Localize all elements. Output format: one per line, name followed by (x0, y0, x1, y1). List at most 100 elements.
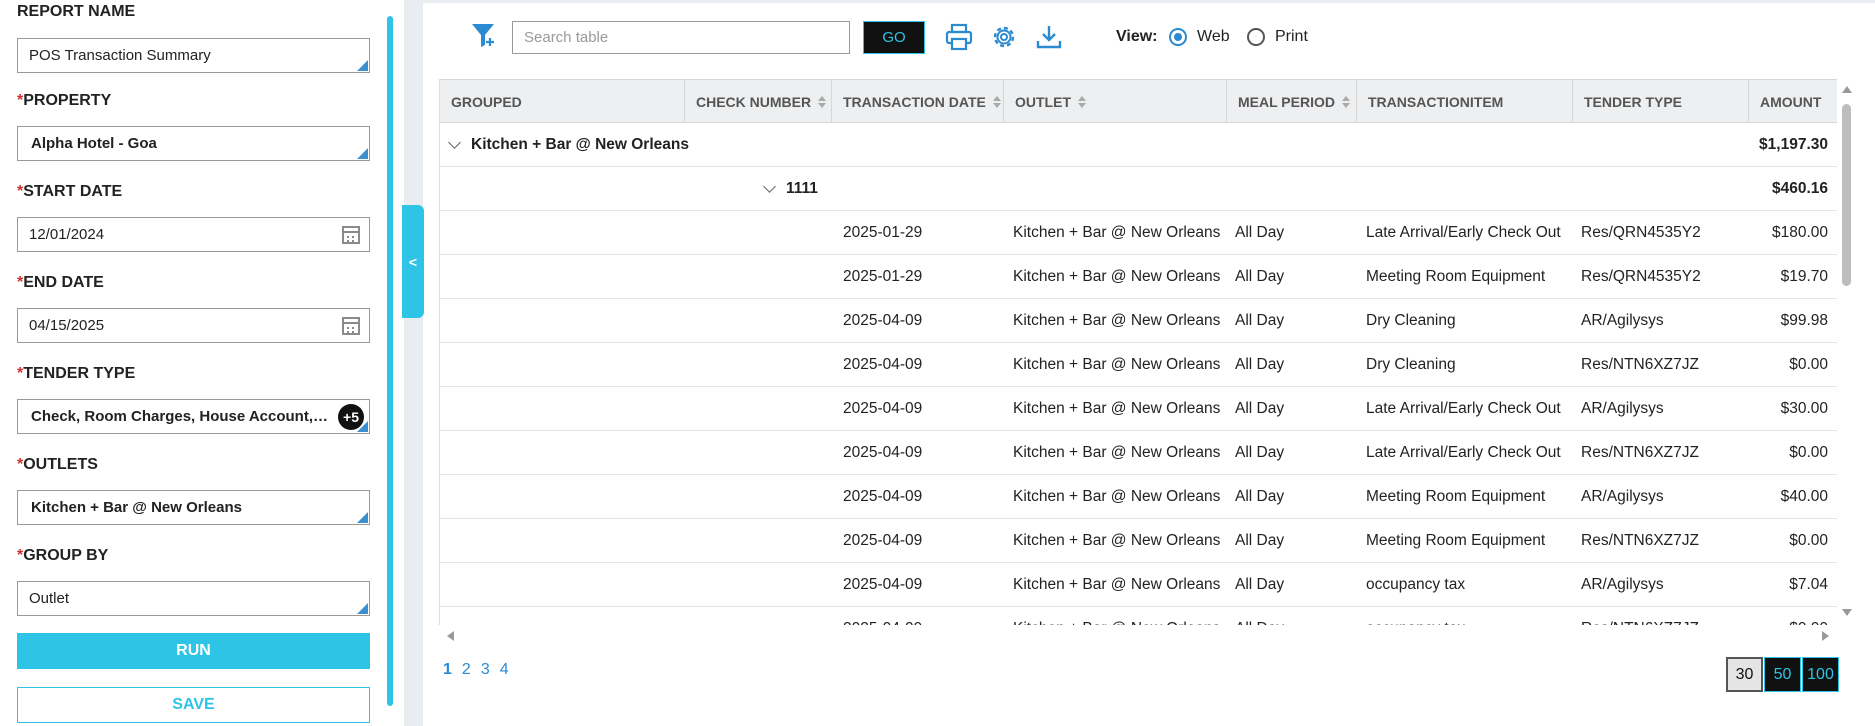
table-row[interactable]: 2025-04-09 Kitchen + Bar @ New Orleans All… (440, 563, 1837, 607)
page-size-100[interactable]: 100 (1802, 657, 1839, 692)
header-check-number[interactable]: CHECK NUMBER (685, 80, 832, 123)
resize-corner-icon (357, 603, 368, 614)
vertical-scrollbar[interactable] (1839, 84, 1855, 618)
subgroup-amount: $460.16 (1771, 179, 1828, 197)
page-link-4[interactable]: 4 (500, 661, 509, 679)
header-transaction-date[interactable]: TRANSACTION DATE (832, 80, 1004, 123)
download-icon[interactable] (1034, 22, 1064, 52)
cell-transaction-item: Dry Cleaning (1366, 311, 1456, 329)
table-row[interactable]: 2025-04-09 Kitchen + Bar @ New Orleans All… (440, 299, 1837, 343)
cell-outlet: Kitchen + Bar @ New Orleans (1013, 487, 1221, 505)
header-tender-type[interactable]: TENDER TYPE (1573, 80, 1749, 123)
subgroup-row[interactable]: 1111 $460.16 (440, 167, 1837, 211)
cell-meal-period: All Day (1235, 575, 1285, 593)
table-row[interactable]: 2025-04-09 Kitchen + Bar @ New Orleans All… (440, 607, 1837, 626)
resize-corner-icon (357, 512, 368, 523)
cell-transaction-item: Meeting Room Equipment (1366, 487, 1546, 505)
start-date-value: 12/01/2024 (29, 226, 105, 243)
cell-amount: $0.00 (1789, 443, 1828, 461)
cell-meal-period: All Day (1235, 311, 1285, 329)
panel-scrollbar[interactable] (387, 16, 393, 706)
print-icon[interactable] (944, 22, 974, 52)
calendar-icon[interactable] (342, 226, 360, 244)
end-date-field[interactable]: 04/15/2025 (17, 308, 370, 343)
cell-amount: $0.00 (1789, 531, 1828, 549)
cell-meal-period: All Day (1235, 223, 1285, 241)
cell-amount: $180.00 (1771, 223, 1828, 241)
scroll-down-icon[interactable] (1842, 609, 1852, 616)
header-outlet[interactable]: OUTLET (1004, 80, 1227, 123)
tender-type-value: Check, Room Charges, House Account, Gr..… (31, 408, 331, 425)
go-button[interactable]: GO (863, 21, 925, 54)
scroll-right-icon[interactable] (1822, 631, 1829, 641)
scrollbar-thumb[interactable] (1842, 104, 1851, 286)
report-app: REPORT NAME POS Transaction Summary *PRO… (0, 0, 1875, 726)
sort-icon[interactable] (992, 95, 1001, 109)
table-row[interactable]: 2025-04-09 Kitchen + Bar @ New Orleans All… (440, 431, 1837, 475)
pagination: 1 2 3 4 (443, 661, 509, 679)
table-row[interactable]: 2025-04-09 Kitchen + Bar @ New Orleans All… (440, 519, 1837, 563)
group-by-select[interactable]: Outlet (17, 581, 370, 616)
cell-outlet: Kitchen + Bar @ New Orleans (1013, 607, 1220, 626)
property-label: *PROPERTY (17, 92, 112, 109)
tender-type-select[interactable]: Check, Room Charges, House Account, Gr..… (17, 399, 370, 434)
table-row[interactable]: 2025-01-29 Kitchen + Bar @ New Orleans All… (440, 211, 1837, 255)
view-web-label[interactable]: Web (1197, 28, 1230, 46)
report-name-field[interactable]: POS Transaction Summary (17, 38, 370, 73)
subgroup-name: 1111 (786, 179, 818, 197)
table-row[interactable]: 2025-04-09 Kitchen + Bar @ New Orleans All… (440, 387, 1837, 431)
end-date-label: *END DATE (17, 274, 104, 291)
table-row[interactable]: 2025-04-09 Kitchen + Bar @ New Orleans All… (440, 475, 1837, 519)
sort-icon[interactable] (1341, 95, 1350, 109)
group-row[interactable]: Kitchen + Bar @ New Orleans $1,197.30 (440, 123, 1837, 167)
report-table: GROUPED CHECK NUMBER TRANSACTION DATE OU… (439, 79, 1837, 625)
cell-amount: $99.98 (1780, 311, 1828, 329)
run-button[interactable]: RUN (17, 633, 370, 669)
property-select[interactable]: Alpha Hotel - Goa (17, 126, 370, 161)
cell-transaction-item: Late Arrival/Early Check Out (1366, 443, 1561, 461)
cell-transaction-item: Late Arrival/Early Check Out (1366, 399, 1561, 417)
cell-tender-type: AR/Agilysys (1581, 487, 1664, 505)
filter-icon[interactable] (470, 20, 498, 50)
header-grouped[interactable]: GROUPED (440, 80, 685, 123)
table-row[interactable]: 2025-04-09 Kitchen + Bar @ New Orleans All… (440, 343, 1837, 387)
page-size-50[interactable]: 50 (1764, 657, 1801, 692)
calendar-icon[interactable] (342, 317, 360, 335)
subgroup-expand-chevron-icon[interactable] (763, 167, 776, 210)
cell-meal-period: All Day (1235, 267, 1285, 285)
start-date-field[interactable]: 12/01/2024 (17, 217, 370, 252)
collapse-panel-button[interactable]: < (402, 205, 424, 318)
group-expand-chevron-icon[interactable] (448, 123, 461, 166)
table-row[interactable]: 2025-01-29 Kitchen + Bar @ New Orleans All… (440, 255, 1837, 299)
view-label: View: (1116, 28, 1158, 45)
view-web-radio[interactable] (1169, 28, 1187, 46)
view-print-label[interactable]: Print (1275, 28, 1308, 46)
search-input[interactable] (512, 21, 850, 54)
gear-icon[interactable] (989, 22, 1019, 52)
cell-transaction-date: 2025-04-09 (843, 311, 923, 329)
page-link-1[interactable]: 1 (443, 661, 452, 679)
view-print-radio[interactable] (1247, 28, 1265, 46)
end-date-value: 04/15/2025 (29, 317, 105, 334)
scroll-left-icon[interactable] (447, 631, 454, 641)
save-button[interactable]: SAVE (17, 687, 370, 723)
cell-transaction-item: occupancy tax (1366, 575, 1466, 593)
cell-amount: $0.00 (1789, 355, 1828, 373)
page-link-3[interactable]: 3 (481, 661, 490, 679)
cell-tender-type: AR/Agilysys (1581, 399, 1664, 417)
cell-transaction-item: Meeting Room Equipment (1366, 531, 1546, 549)
header-meal-period[interactable]: MEAL PERIOD (1227, 80, 1357, 123)
scroll-up-icon[interactable] (1842, 86, 1852, 93)
cell-meal-period: All Day (1235, 607, 1284, 626)
cell-meal-period: All Day (1235, 355, 1285, 373)
page-link-2[interactable]: 2 (462, 661, 471, 679)
header-transaction-item[interactable]: TRANSACTIONITEM (1357, 80, 1573, 123)
top-border (423, 0, 1875, 3)
sort-icon[interactable] (1078, 95, 1086, 109)
header-amount[interactable]: AMOUNT (1749, 80, 1837, 123)
sort-icon[interactable] (818, 95, 827, 109)
page-size-30[interactable]: 30 (1726, 657, 1763, 692)
horizontal-scrollbar[interactable] (439, 628, 1837, 644)
cell-transaction-item: Dry Cleaning (1366, 355, 1456, 373)
outlets-select[interactable]: Kitchen + Bar @ New Orleans (17, 490, 370, 525)
